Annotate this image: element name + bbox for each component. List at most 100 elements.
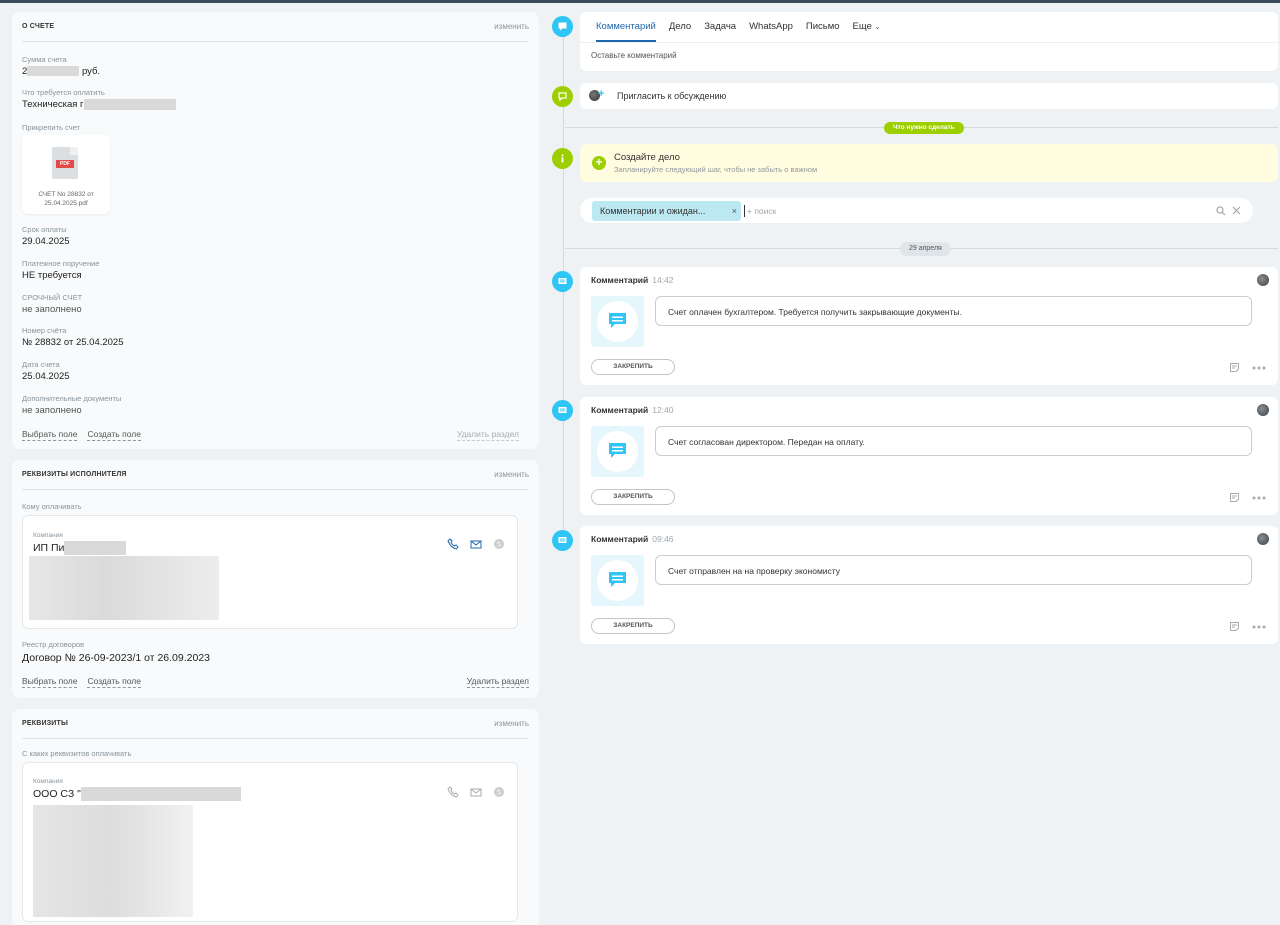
field-payment-order: Платежное поручение НЕ требуется — [22, 259, 100, 281]
comment-thumbnail — [591, 426, 644, 477]
pin-button[interactable]: ЗАКРЕПИТЬ — [591, 489, 675, 505]
executor-card: РЕКВИЗИТЫ ИСПОЛНИТЕЛЯ изменить Кому опла… — [12, 460, 539, 698]
company-contact-icons: S — [447, 786, 505, 798]
comment-header: Комментарий 12:40 — [591, 405, 674, 415]
date-pill: 29 апреля — [900, 242, 951, 256]
message-icon — [609, 443, 626, 458]
clear-icon[interactable] — [1232, 206, 1241, 215]
delete-section-link[interactable]: Удалить раздел — [456, 429, 519, 441]
select-field-link[interactable]: Выбрать поле — [22, 676, 78, 688]
company-name: ИП Пи — [33, 541, 65, 554]
pin-button[interactable]: ЗАКРЕПИТЬ — [591, 618, 675, 634]
skype-icon[interactable]: S — [493, 786, 505, 798]
message-icon — [609, 313, 626, 328]
comment-actions — [1229, 492, 1266, 503]
field-pay-from: С каких реквизитов оплачивать — [22, 749, 132, 758]
mail-icon[interactable] — [470, 786, 482, 798]
comment-thumbnail — [591, 555, 644, 606]
card-title: РЕКВИЗИТЫ — [22, 720, 69, 727]
edit-link[interactable]: изменить — [494, 470, 529, 479]
comment-header: Комментарий 14:42 — [591, 275, 674, 285]
comment-icon — [552, 271, 573, 292]
divider — [580, 42, 1278, 43]
create-task-block[interactable]: + Создайте дело Запланируйте следующий ш… — [580, 144, 1278, 182]
phone-icon[interactable] — [447, 538, 459, 550]
filter-chip[interactable]: Комментарии и ожидан... × — [592, 201, 741, 221]
field-extra-docs: Дополнительные документы не заполнено — [22, 394, 122, 416]
more-icon[interactable] — [1252, 496, 1266, 500]
field-amount: Сумма счета 2 руб. — [22, 55, 101, 77]
comment-actions — [1229, 621, 1266, 632]
timeline-comment: Комментарий 09:46 Счет отправлен на на пр… — [580, 526, 1278, 644]
invite-label: Пригласить к обсуждению — [617, 91, 727, 101]
comment-icon — [552, 530, 573, 551]
close-icon[interactable]: × — [732, 201, 737, 221]
field-contract-registry: Реестр договоров Договор № 26-09-2023/1 … — [22, 640, 211, 664]
comment-actions — [1229, 362, 1266, 373]
company-name: ООО СЗ " — [33, 787, 81, 800]
tab-letter[interactable]: Письмо — [806, 12, 840, 42]
redacted-block — [64, 541, 127, 555]
pdf-attachment[interactable]: PDF СЧЕТ No 28832 от 25.04.2025.pdf — [22, 135, 110, 214]
invite-bar[interactable]: + Пригласить к обсуждению — [580, 83, 1278, 109]
pdf-file-icon: PDF — [52, 147, 78, 179]
search-icon[interactable] — [1216, 206, 1226, 216]
note-icon[interactable] — [1229, 362, 1240, 373]
select-field-link[interactable]: Выбрать поле — [22, 429, 78, 441]
avatar[interactable] — [1257, 274, 1269, 286]
card-header: О СЧЕТЕ изменить — [22, 12, 529, 42]
create-field-link[interactable]: Создать поле — [87, 676, 141, 688]
field-invoice-date: Дата счета 25.04.2025 — [22, 360, 70, 382]
add-icon[interactable]: + — [592, 156, 606, 170]
company-contact-icons: S — [447, 538, 505, 550]
todo-pill: Что нужно сделать — [884, 122, 964, 134]
redacted-block — [83, 98, 176, 110]
comment-text[interactable]: Счет оплачен бухгалтером. Требуется полу… — [655, 296, 1252, 326]
card-title: РЕКВИЗИТЫ ИСПОЛНИТЕЛЯ — [22, 471, 127, 478]
comment-text[interactable]: Счет отправлен на на проверку экономисту — [655, 555, 1252, 585]
field-urgent: СРОЧНЫЙ СЧЕТ не заполнено — [22, 293, 83, 315]
avatar[interactable] — [1257, 533, 1269, 545]
chat-icon — [552, 86, 573, 107]
chevron-down-icon: ⌄ — [874, 24, 881, 31]
pdf-file-name: СЧЕТ No 28832 от 25.04.2025.pdf — [38, 191, 94, 207]
tab-more[interactable]: Еще ⌄ — [853, 12, 881, 42]
message-icon — [609, 572, 626, 587]
more-icon[interactable] — [1252, 625, 1266, 629]
tab-whatsapp[interactable]: WhatsApp — [749, 12, 793, 42]
about-invoice-card: О СЧЕТЕ изменить Сумма счета 2 руб. Что … — [12, 12, 539, 449]
comment-input[interactable]: Оставьте комментарий — [591, 51, 677, 60]
edit-link[interactable]: изменить — [494, 719, 529, 728]
search-input[interactable]: + поиск — [744, 205, 776, 217]
todo-hint: Запланируйте следующий шаг, чтобы не заб… — [614, 165, 818, 174]
pin-button[interactable]: ЗАКРЕПИТЬ — [591, 359, 675, 375]
comment-thumbnail — [591, 296, 644, 347]
timeline-comment: Комментарий 12:40 Счет согласован директо… — [580, 397, 1278, 515]
activity-composer: Комментарий Дело Задача WhatsApp Письмо … — [580, 12, 1278, 71]
delete-section-link[interactable]: Удалить раздел — [466, 676, 529, 688]
redacted-block — [80, 787, 241, 801]
tab-deal[interactable]: Дело — [669, 12, 691, 42]
tab-task[interactable]: Задача — [704, 12, 736, 42]
note-icon[interactable] — [1229, 621, 1240, 632]
phone-icon[interactable] — [447, 786, 459, 798]
avatar[interactable] — [1257, 404, 1269, 416]
svg-text:S: S — [497, 790, 502, 797]
card-footer-links: Выбрать поле Создать поле Удалить раздел — [22, 429, 529, 441]
comment-icon — [552, 16, 573, 37]
field-attach-invoice: Прикрепить счет — [22, 123, 80, 132]
edit-link[interactable]: изменить — [494, 22, 529, 31]
tab-comment[interactable]: Комментарий — [596, 12, 656, 42]
note-icon[interactable] — [1229, 492, 1240, 503]
comment-text[interactable]: Счет согласован директором. Передан на о… — [655, 426, 1252, 456]
more-icon[interactable] — [1252, 366, 1266, 370]
field-due-date: Срок оплаты 29.04.2025 — [22, 225, 70, 247]
field-pay-what: Что требуется оплатить Техническая г — [22, 88, 176, 111]
timeline-comment: Комментарий 14:42 Счет оплачен бухгалтеро… — [580, 267, 1278, 385]
card-header: РЕКВИЗИТЫ ИСПОЛНИТЕЛЯ изменить — [22, 460, 529, 490]
mail-icon[interactable] — [470, 538, 482, 550]
skype-icon[interactable]: S — [493, 538, 505, 550]
svg-text:S: S — [497, 542, 502, 549]
create-field-link[interactable]: Создать поле — [87, 429, 141, 441]
requisites-card: РЕКВИЗИТЫ изменить С каких реквизитов оп… — [12, 709, 539, 925]
